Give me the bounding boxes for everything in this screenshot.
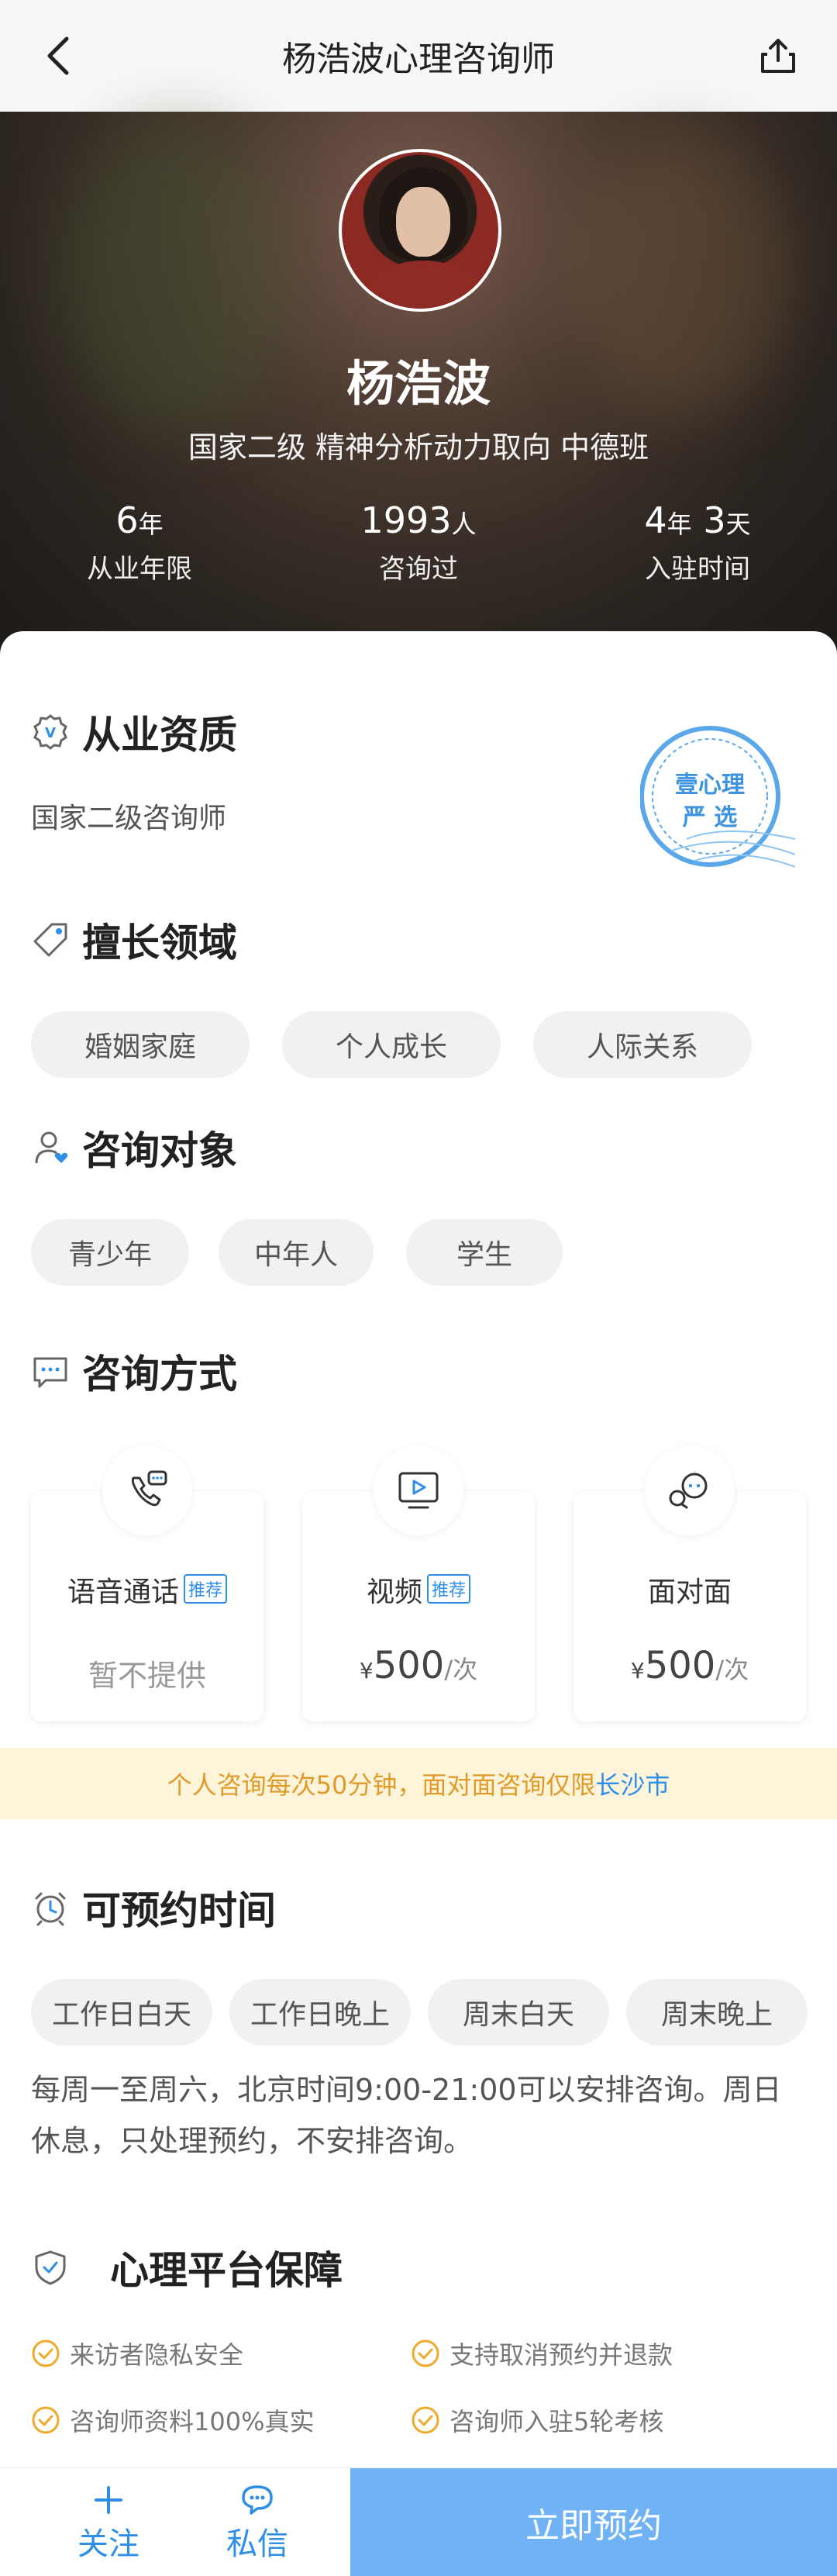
stat-join-time: 4年 3天 入驻时间	[644, 499, 751, 585]
audience-tag[interactable]: 中年人	[219, 1219, 374, 1286]
expertise-tag[interactable]: 个人成长	[282, 1011, 501, 1078]
counselor-subtitle: 国家二级 精神分析动力取向 中德班	[188, 430, 649, 464]
platform-stamp: 壹心理 严 选	[639, 723, 796, 878]
qualification-text: 国家二级咨询师	[31, 803, 227, 834]
guarantee-title: 心理平台保障	[31, 2239, 343, 2295]
verified-badge-icon: V	[31, 713, 70, 751]
guarantee-item: 咨询师入驻5轮考核	[411, 2402, 663, 2438]
phone-icon	[102, 1445, 192, 1535]
check-circle-icon	[32, 2339, 60, 2367]
stat-clients: 1993人 咨询过	[360, 499, 477, 585]
time-tag[interactable]: 周末白天	[428, 1979, 609, 2046]
plus-icon	[93, 2481, 124, 2519]
chat-bubble-icon	[31, 1352, 70, 1390]
expertise-title: 擅长领域	[31, 912, 237, 968]
face-to-face-icon	[645, 1445, 735, 1535]
bottom-action-bar: 关注 私信 立即预约	[0, 2467, 837, 2576]
time-tag[interactable]: 周末晚上	[626, 1979, 808, 2046]
audience-title: 咨询对象	[31, 1120, 237, 1176]
method-price: ¥500/次	[359, 1644, 478, 1687]
shield-check-icon	[31, 2248, 70, 2287]
audience-tag[interactable]: 学生	[406, 1219, 563, 1286]
video-icon	[374, 1445, 463, 1535]
counselor-name: 杨浩波	[346, 355, 491, 412]
qualification-title: V 从业资质	[31, 704, 237, 760]
recommend-badge: 推荐	[184, 1574, 228, 1604]
expertise-tag[interactable]: 婚姻家庭	[31, 1011, 250, 1078]
message-button[interactable]: 私信	[195, 2468, 319, 2576]
stamp-line1: 壹心理	[675, 772, 745, 799]
avatar[interactable]	[339, 149, 501, 312]
chevron-left-icon	[47, 36, 69, 75]
back-button[interactable]	[36, 33, 82, 79]
guarantee-item: 来访者隐私安全	[31, 2336, 243, 2371]
method-video[interactable]: 视频 推荐 ¥500/次	[302, 1445, 535, 1721]
price-unavailable: 暂不提供	[88, 1659, 206, 1693]
tag-icon	[31, 920, 70, 959]
share-button[interactable]	[755, 33, 801, 79]
guarantee-item: 咨询师资料100%真实	[31, 2402, 315, 2438]
methods-title: 咨询方式	[31, 1343, 237, 1399]
recommend-badge: 推荐	[427, 1574, 471, 1604]
check-circle-icon	[412, 2339, 439, 2367]
check-circle-icon	[32, 2406, 60, 2434]
method-price: ¥500/次	[630, 1644, 749, 1687]
stat-years: 6年 从业年限	[87, 499, 192, 585]
svg-text:V: V	[45, 725, 56, 741]
city-link[interactable]: 长沙市	[595, 1766, 670, 1801]
method-voice-call[interactable]: 语音通话 推荐 暂不提供	[31, 1445, 264, 1721]
check-circle-icon	[412, 2406, 439, 2434]
guarantee-item: 支持取消预约并退款	[411, 2336, 673, 2371]
availability-description: 每周一至周六，北京时间9:00-21:00可以安排咨询。周日休息，只处理预约，不…	[31, 2073, 782, 2158]
time-tag[interactable]: 工作日晚上	[229, 1979, 411, 2046]
expertise-tag[interactable]: 人际关系	[533, 1011, 752, 1078]
availability-title: 可预约时间	[31, 1880, 276, 1935]
page-title: 杨浩波心理咨询师	[282, 40, 555, 79]
share-icon	[761, 39, 795, 73]
audience-tag[interactable]: 青少年	[31, 1219, 189, 1286]
follow-button[interactable]: 关注	[46, 2468, 170, 2576]
stats-row: 6年 从业年限 1993人 咨询过 4年 3天 入驻时间	[0, 499, 837, 585]
content-card: V 从业资质 国家二级咨询师 壹心理 严 选 擅长领域 婚姻家庭 个人成长 人际…	[0, 631, 837, 2469]
user-heart-icon	[31, 1128, 70, 1167]
message-bubble-icon	[240, 2481, 274, 2519]
stamp-line2: 严 选	[683, 804, 737, 831]
alarm-clock-icon	[31, 1888, 70, 1927]
top-nav-bar: 杨浩波心理咨询师	[0, 0, 837, 112]
profile-hero: 杨浩波 国家二级 精神分析动力取向 中德班 6年 从业年限 1993人 咨询过 …	[0, 112, 837, 654]
consult-notice: 个人咨询每次50分钟，面对面咨询仅限 长沙市	[0, 1748, 837, 1819]
book-now-button[interactable]: 立即预约	[350, 2468, 837, 2576]
time-tag[interactable]: 工作日白天	[31, 1979, 212, 2046]
method-in-person[interactable]: 面对面 ¥500/次	[574, 1445, 806, 1721]
